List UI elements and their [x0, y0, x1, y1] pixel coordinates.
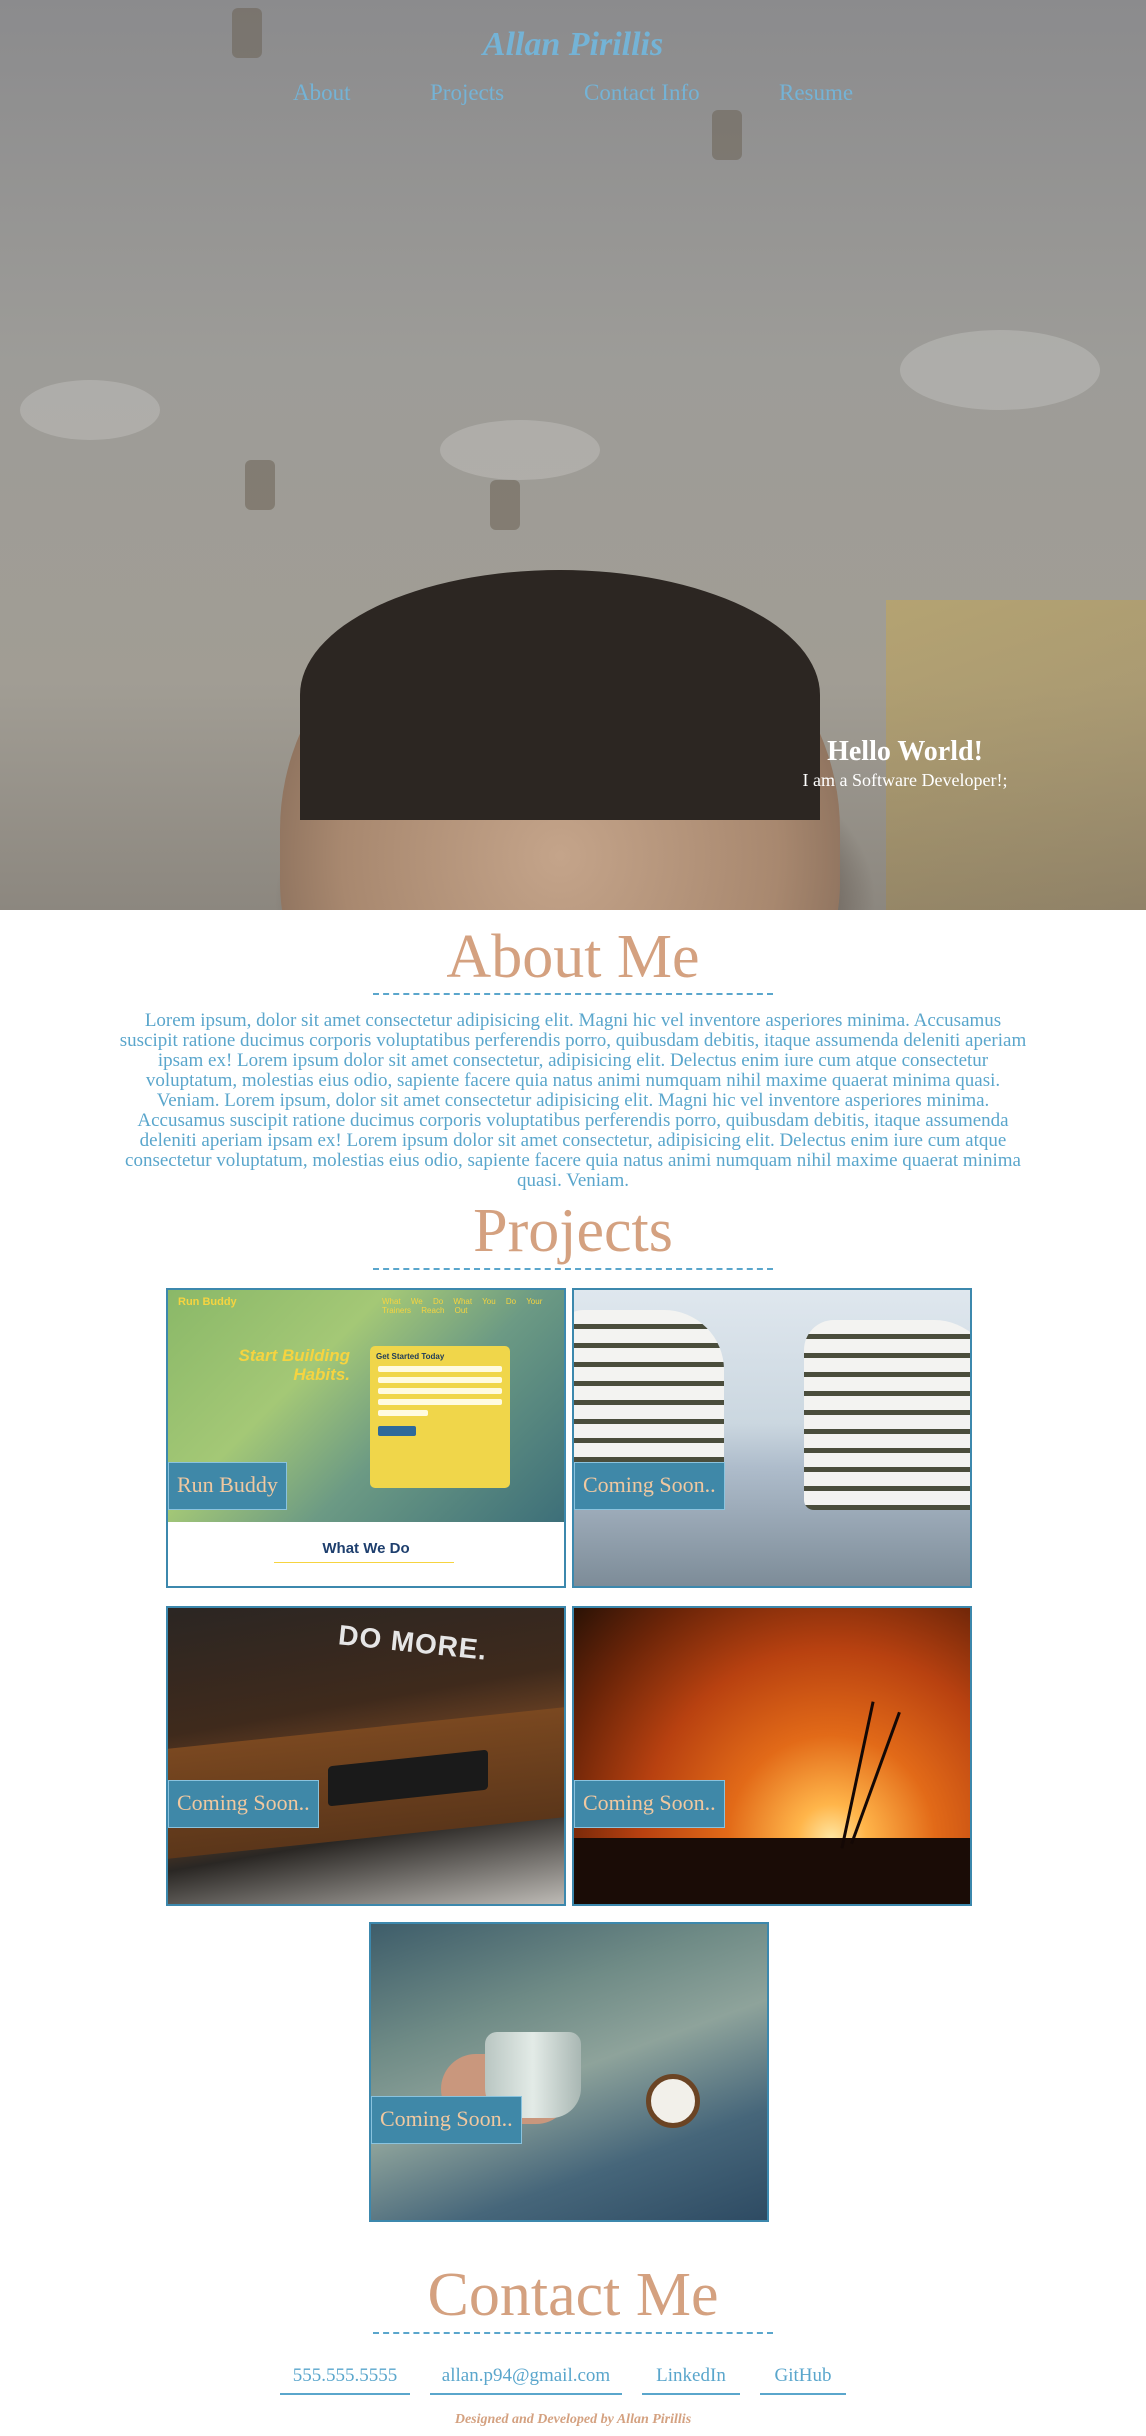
footer-credit: Designed and Developed by Allan Pirillis — [454, 2412, 692, 2427]
hero-banner: Allan Pirillis About Projects Contact In… — [0, 0, 1146, 910]
project-card-3[interactable]: DO MORE. Coming Soon.. — [166, 1606, 566, 1906]
background-light — [900, 330, 1100, 410]
project-label[interactable]: Coming Soon.. — [574, 1780, 725, 1828]
run-buddy-form-title: Get Started Today — [376, 1352, 445, 1361]
nav-contact-info[interactable]: Contact Info — [584, 80, 700, 106]
form-row — [378, 1388, 502, 1394]
shoreline-image — [574, 1838, 970, 1904]
contact-github-link[interactable]: GitHub — [760, 2361, 846, 2395]
nav-about[interactable]: About — [293, 80, 351, 106]
nav-projects[interactable]: Projects — [430, 80, 504, 106]
run-buddy-headline: Start Building Habits. — [238, 1346, 350, 1384]
hero-tagline: I am a Software Developer!; — [802, 770, 1008, 790]
run-buddy-nav: What We Do What You Do Your Trainers Rea… — [382, 1297, 543, 1315]
contact-linkedin-link[interactable]: LinkedIn — [642, 2361, 740, 2395]
project-label[interactable]: Coming Soon.. — [574, 1462, 725, 1510]
site-brand[interactable]: Allan Pirillis — [0, 26, 1146, 64]
hero-greeting: Hello World! — [827, 736, 983, 767]
form-row — [378, 1366, 502, 1372]
background-light — [20, 380, 160, 440]
hero-intro: Hello World! I am a Software Developer!; — [780, 736, 1030, 791]
form-button — [378, 1426, 416, 1436]
nav-resume[interactable]: Resume — [779, 80, 853, 106]
project-label[interactable]: Coming Soon.. — [371, 2096, 522, 2144]
contact-divider — [373, 2332, 773, 2334]
project-card-run-buddy[interactable]: Run Buddy What We Do What You Do Your Tr… — [166, 1288, 566, 1588]
main-nav: About Projects Contact Info Resume — [0, 80, 1146, 110]
contact-email-link[interactable]: allan.p94@gmail.com — [430, 2361, 622, 2395]
projects-title: Projects — [473, 1197, 673, 1265]
contact-phone-link[interactable]: 555.555.5555 — [280, 2361, 410, 2395]
project-card-4[interactable]: Coming Soon.. — [572, 1606, 972, 1906]
project-label[interactable]: Run Buddy — [168, 1462, 287, 1510]
project-card-2[interactable]: Coming Soon.. — [572, 1288, 972, 1588]
about-title: About Me — [446, 923, 700, 991]
form-row — [378, 1399, 502, 1405]
desk-sign-text: DO MORE. — [336, 1619, 489, 1666]
run-buddy-form: Get Started Today — [370, 1346, 510, 1488]
form-row — [378, 1410, 428, 1416]
about-body: Lorem ipsum, dolor sit amet consectetur … — [119, 1010, 1027, 1191]
form-row — [378, 1377, 502, 1383]
run-buddy-section-title: What We Do — [322, 1540, 410, 1557]
hanging-lamp — [712, 110, 742, 160]
run-buddy-divider — [274, 1562, 454, 1563]
about-divider — [373, 993, 773, 995]
project-label[interactable]: Coming Soon.. — [168, 1780, 319, 1828]
background-light — [440, 420, 600, 480]
run-buddy-logo: Run Buddy — [178, 1296, 237, 1308]
watch-image — [646, 2074, 700, 2128]
portrait-hair — [300, 570, 820, 820]
projects-divider — [373, 1268, 773, 1270]
hanging-lamp — [245, 460, 275, 510]
hanging-lamp — [490, 480, 520, 530]
project-card-5[interactable]: Coming Soon.. — [369, 1922, 769, 2222]
building-image — [804, 1320, 970, 1510]
contact-title: Contact Me — [427, 2261, 719, 2329]
